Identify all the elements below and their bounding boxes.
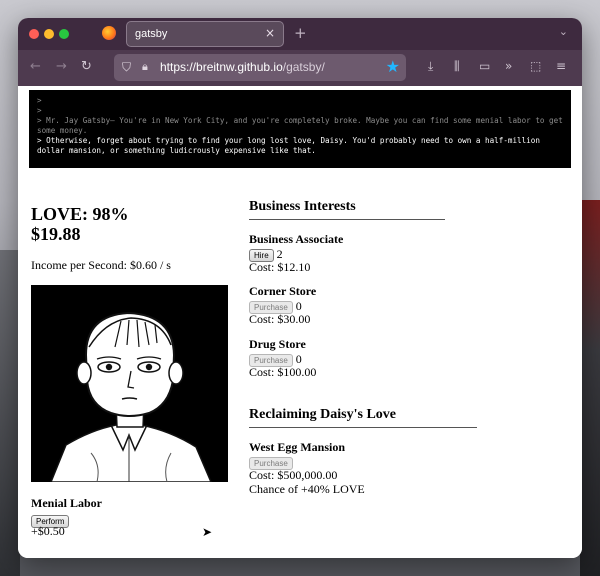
desktop-background-right <box>580 200 600 576</box>
star-icon[interactable]: ★ <box>386 57 400 76</box>
title-bar: gatsby × + ⌄ <box>18 18 582 50</box>
west-egg-mansion-cost: Cost: $500,000.00 <box>249 468 338 482</box>
income-label: Income per Second: <box>31 258 127 272</box>
forward-arrow-icon[interactable]: → <box>56 59 67 74</box>
drug-store-title: Drug Store <box>249 337 306 351</box>
business-associate-cost: Cost: $12.10 <box>249 260 311 274</box>
reload-icon[interactable]: ↻ <box>81 59 92 74</box>
business-associate-title: Business Associate <box>249 232 344 246</box>
url-text[interactable]: https://breitnw.github.io/gatsby/ <box>160 60 325 74</box>
close-icon[interactable]: × <box>265 26 275 40</box>
daisy-section-title: Reclaiming Daisy's Love <box>249 407 396 422</box>
menial-labor-title: Menial Labor <box>31 496 102 510</box>
back-arrow-icon[interactable]: ← <box>30 59 41 74</box>
page-content: > > > Mr. Jay Gatsby— You're in New York… <box>18 86 582 558</box>
console-line: > <box>37 96 42 105</box>
close-window-button[interactable] <box>29 29 39 39</box>
browser-window: gatsby × + ⌄ ← → ↻ ⛉ 🔒︎ https://breitnw.… <box>18 18 582 558</box>
section-divider <box>249 427 477 428</box>
mouse-cursor-icon: ➤ <box>202 525 213 539</box>
west-egg-mansion-chance: Chance of +40% LOVE <box>249 482 365 496</box>
shield-icon[interactable]: ⛉ <box>122 60 131 75</box>
corner-store-title: Corner Store <box>249 284 317 298</box>
business-interests-title: Business Interests <box>249 199 356 214</box>
gatsby-portrait <box>31 285 228 483</box>
console-line: > <box>37 106 42 115</box>
west-egg-mansion-title: West Egg Mansion <box>249 440 346 454</box>
download-icon[interactable]: ⤓ <box>428 59 433 74</box>
extensions-icon[interactable]: ⬚ <box>530 59 541 73</box>
console-line: > Otherwise, forget about trying to find… <box>37 136 545 155</box>
console-line: > Mr. Jay Gatsby— You're in New York Cit… <box>37 116 568 135</box>
menu-icon[interactable]: ≡ <box>556 59 566 73</box>
overflow-icon[interactable]: » <box>505 59 512 73</box>
section-divider <box>249 219 445 220</box>
minimize-window-button[interactable] <box>44 29 54 39</box>
love-stat: LOVE: 98% <box>31 204 129 224</box>
drug-store-cost: Cost: $100.00 <box>249 365 317 379</box>
url-host: https://breitnw.github.io <box>160 60 283 74</box>
business-associate-count: 2 <box>276 247 283 261</box>
story-console: > > > Mr. Jay Gatsby— You're in New York… <box>29 90 571 168</box>
drug-store-count: 0 <box>295 352 302 366</box>
corner-store-count: 0 <box>295 299 302 313</box>
url-path: /gatsby/ <box>282 60 325 74</box>
new-tab-button[interactable]: + <box>294 24 307 42</box>
tab-gatsby[interactable]: gatsby × <box>126 21 284 47</box>
maximize-window-button[interactable] <box>59 29 69 39</box>
reader-icon[interactable]: ▭ <box>479 59 490 73</box>
firefox-icon <box>102 26 116 40</box>
portrait-drawing <box>31 285 228 483</box>
lock-icon[interactable]: 🔒︎ <box>142 60 148 74</box>
corner-store-cost: Cost: $30.00 <box>249 312 311 326</box>
desktop-background-left <box>0 250 20 576</box>
money-stat: $19.88 <box>31 224 81 244</box>
url-bar[interactable]: ⛉ 🔒︎ https://breitnw.github.io/gatsby/ ★ <box>114 54 406 81</box>
menial-labor-value: +$0.50 <box>31 524 65 538</box>
income-per-second: Income per Second: $0.60 / s <box>31 258 171 273</box>
tab-title: gatsby <box>135 28 168 40</box>
income-value: $0.60 / s <box>129 258 171 272</box>
chevron-down-icon[interactable]: ⌄ <box>559 25 568 38</box>
navigation-bar: ← → ↻ ⛉ 🔒︎ https://breitnw.github.io/gat… <box>18 50 582 86</box>
library-icon[interactable]: ⫼ <box>454 59 460 74</box>
